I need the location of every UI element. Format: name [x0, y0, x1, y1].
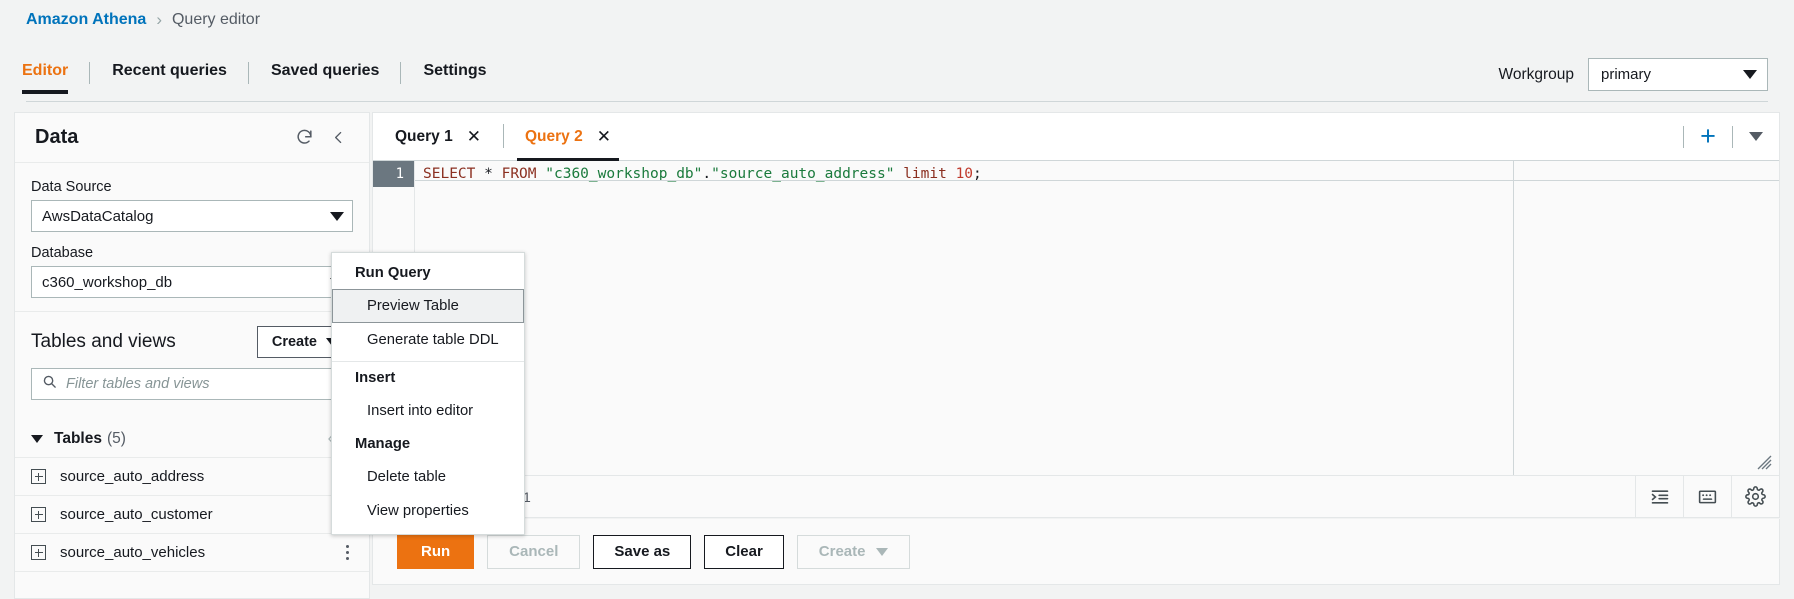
tab-active-underline [22, 90, 68, 94]
data-source-value: AwsDataCatalog [42, 208, 330, 225]
format-query-icon[interactable] [1635, 476, 1683, 517]
plus-box-icon[interactable] [31, 469, 46, 484]
table-name: source_auto_address [60, 468, 204, 485]
context-menu-item-generate-table-ddl[interactable]: Generate table DDL [332, 323, 524, 357]
sql-line-1[interactable]: SELECT * FROM "c360_workshop_db"."source… [415, 161, 1779, 187]
tab-settings[interactable]: Settings [401, 52, 508, 94]
create-button-label: Create [272, 334, 317, 350]
line-number: 1 [373, 161, 414, 187]
breadcrumb-root-link[interactable]: Amazon Athena [26, 11, 146, 29]
workgroup-control: Workgroup primary [1498, 58, 1768, 91]
clear-button[interactable]: Clear [704, 535, 784, 569]
resize-handle-icon[interactable] [1756, 454, 1772, 470]
gear-icon[interactable] [1731, 476, 1779, 517]
filter-tables-input[interactable] [66, 376, 342, 392]
editor-top-rule [415, 180, 1779, 181]
context-menu-group-insert: Insert [332, 362, 524, 394]
query-tab-actions: + [1683, 113, 1779, 160]
kebab-menu-icon[interactable] [342, 541, 353, 564]
data-panel-header: Data [15, 113, 369, 163]
query-tabs-dropdown-button[interactable] [1733, 132, 1779, 141]
context-menu-item-insert-into-editor[interactable]: Insert into editor [332, 394, 524, 428]
tab-editor-label: Editor [22, 62, 68, 80]
plus-box-icon[interactable] [31, 507, 46, 522]
context-menu-item-preview-table[interactable]: Preview Table [332, 289, 524, 323]
tab-saved-queries-label: Saved queries [271, 62, 380, 80]
tab-recent-queries[interactable]: Recent queries [90, 52, 249, 94]
tables-group-row: Tables (5) ‹ 1 [15, 420, 369, 458]
chevron-down-icon [876, 548, 888, 556]
database-value: c360_workshop_db [42, 274, 330, 291]
context-menu-group-run-query: Run Query [332, 257, 524, 289]
table-context-menu: Run Query Preview Table Generate table D… [331, 252, 525, 535]
query-editor-panel: Query 1 ✕ Query 2 ✕ + 1 SELEC [372, 112, 1780, 518]
tables-group-count: (5) [107, 430, 126, 448]
data-source-select[interactable]: AwsDataCatalog [31, 200, 353, 232]
table-row[interactable]: source_auto_vehicles [15, 534, 369, 572]
create-dropdown-button: Create [797, 535, 910, 569]
table-name: source_auto_customer [60, 506, 213, 523]
breadcrumb-separator-icon: › [156, 10, 162, 30]
tables-views-title: Tables and views [31, 331, 257, 353]
tab-recent-queries-label: Recent queries [112, 62, 227, 80]
context-menu-item-view-properties[interactable]: View properties [332, 494, 524, 528]
query-tab-bar: Query 1 ✕ Query 2 ✕ + [373, 113, 1779, 161]
query-tab-2-label: Query 2 [525, 128, 583, 146]
athena-query-editor-page: Amazon Athena › Query editor Editor Rece… [0, 0, 1794, 599]
query-tab-1-label: Query 1 [395, 128, 453, 146]
table-row[interactable]: source_auto_address [15, 458, 369, 496]
plus-box-icon[interactable] [31, 545, 46, 560]
chevron-down-icon [1743, 70, 1757, 79]
data-panel-title: Data [35, 126, 283, 149]
plus-icon[interactable]: + [1684, 123, 1732, 150]
database-select[interactable]: c360_workshop_db [31, 266, 353, 298]
workgroup-select[interactable]: primary [1588, 58, 1768, 91]
tab-settings-label: Settings [423, 62, 486, 80]
run-button[interactable]: Run [397, 535, 474, 569]
keyboard-shortcuts-icon[interactable] [1683, 476, 1731, 517]
editor-status-bar: SQL Ln 1, Col 1 [373, 475, 1779, 517]
close-icon[interactable]: ✕ [467, 128, 481, 145]
search-icon [42, 374, 57, 394]
workgroup-label: Workgroup [1498, 66, 1574, 84]
chevron-down-icon[interactable] [31, 435, 43, 443]
tab-editor[interactable]: Editor [0, 52, 90, 94]
data-panel: Data Data Source AwsDataCatalog Database [14, 112, 370, 599]
refresh-icon[interactable] [291, 125, 317, 151]
code-editor[interactable]: 1 SELECT * FROM "c360_workshop_db"."sour… [373, 161, 1779, 475]
tables-views-header: Tables and views Create [15, 312, 369, 368]
cancel-button: Cancel [487, 535, 580, 569]
code-content[interactable]: SELECT * FROM "c360_workshop_db"."source… [415, 161, 1779, 475]
query-tab-2[interactable]: Query 2 ✕ [503, 113, 633, 160]
create-dropdown-label: Create [819, 543, 866, 560]
table-row[interactable]: source_auto_customer [15, 496, 369, 534]
table-name: source_auto_vehicles [60, 544, 205, 561]
context-menu-group-manage: Manage [332, 428, 524, 460]
database-label: Database [31, 245, 353, 261]
nav-divider [26, 101, 1768, 102]
tab-saved-queries[interactable]: Saved queries [249, 52, 402, 94]
workgroup-value: primary [1601, 66, 1743, 83]
breadcrumb-current: Query editor [172, 11, 260, 29]
query-tab-1[interactable]: Query 1 ✕ [373, 113, 503, 160]
editor-vertical-divider [1513, 161, 1514, 475]
filter-tables-box[interactable] [31, 368, 353, 400]
close-icon[interactable]: ✕ [597, 128, 611, 145]
breadcrumb: Amazon Athena › Query editor [26, 10, 260, 30]
chevron-down-icon [330, 212, 344, 221]
editor-action-bar: Run Cancel Save as Clear Create [372, 519, 1780, 585]
chevron-down-icon [1749, 132, 1763, 141]
tables-group-name: Tables [54, 430, 102, 448]
save-as-button[interactable]: Save as [593, 535, 691, 569]
data-panel-body: Data Source AwsDataCatalog Database c360… [15, 163, 369, 298]
editor-status-icons [1635, 476, 1779, 517]
context-menu-item-delete-table[interactable]: Delete table [332, 460, 524, 494]
chevron-left-icon[interactable] [325, 125, 351, 151]
data-source-label: Data Source [31, 179, 353, 195]
